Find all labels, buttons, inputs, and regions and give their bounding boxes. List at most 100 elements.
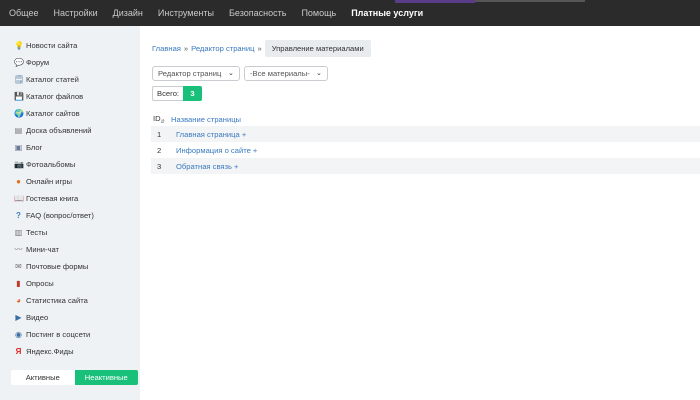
sidebar-item-tests[interactable]: ▥ Тесты	[14, 225, 47, 239]
total-label: Всего:	[152, 86, 184, 101]
sidebar-item-label: Фотоальбомы	[26, 159, 76, 169]
toggle-active-button[interactable]: Активные	[11, 370, 75, 385]
column-id-label: ID	[153, 113, 161, 123]
table-row: 2 Информация о сайте +	[151, 142, 700, 158]
sidebar-item-label: Блог	[26, 142, 43, 152]
material-select-value: -Все материалы-	[250, 69, 310, 78]
nav-paid-services[interactable]: Платные услуги	[351, 8, 423, 18]
sidebar-item-board[interactable]: ▤ Доска объявлений	[14, 123, 92, 137]
breadcrumb: Главная » Редактор страниц » Управление …	[152, 40, 371, 57]
nav-help[interactable]: Помощь	[301, 8, 336, 18]
sidebar-item-social-posting[interactable]: ◉ Постинг в соцсети	[14, 327, 90, 341]
chevron-down-icon: ⌄	[228, 70, 234, 77]
sidebar-item-minichat[interactable]: 〰 Мини-чат	[14, 242, 60, 256]
nav-design[interactable]: Дизайн	[113, 8, 143, 18]
question-icon: ?	[16, 210, 21, 220]
lightbulb-icon: 💡	[14, 40, 24, 50]
sidebar-item-label: Новости сайта	[26, 40, 78, 50]
sidebar-item-guestbook[interactable]: 📖 Гостевая книга	[14, 191, 78, 205]
sidebar-item-files[interactable]: 💾 Каталог файлов	[14, 89, 83, 103]
toggle-inactive-button[interactable]: Неактивные	[74, 370, 138, 385]
sidebar-item-forum[interactable]: 💬 Форум	[14, 55, 49, 69]
sidebar-item-label: FAQ (вопрос/ответ)	[26, 210, 94, 220]
sidebar-item-articles[interactable]: 🗒 Каталог статей	[14, 72, 79, 86]
sidebar-item-faq[interactable]: ? FAQ (вопрос/ответ)	[14, 208, 94, 222]
sidebar-item-news[interactable]: 💡 Новости сайта	[14, 38, 77, 52]
active-inactive-toggle: Активные Неактивные	[11, 370, 138, 385]
sidebar-item-label: Гостевая книга	[26, 193, 79, 203]
row-page-link[interactable]: Главная страница +	[176, 130, 246, 139]
sidebar-item-mailforms[interactable]: ✉ Почтовые формы	[14, 259, 88, 273]
nav-settings[interactable]: Настройки	[53, 8, 97, 18]
table-row: 1 Главная страница +	[151, 126, 700, 142]
row-page-link[interactable]: Информация о сайте +	[176, 146, 257, 155]
nav-general[interactable]: Общее	[9, 8, 38, 18]
nav-tools[interactable]: Инструменты	[158, 8, 214, 18]
material-select[interactable]: -Все материалы- ⌄	[244, 66, 328, 81]
board-icon: ▤	[14, 125, 23, 135]
breadcrumb-section-link[interactable]: Редактор страниц	[191, 44, 254, 53]
sidebar-item-blog[interactable]: ▣ Блог	[14, 140, 43, 154]
sidebar-item-photos[interactable]: 📷 Фотоальбомы	[14, 157, 75, 171]
breadcrumb-current: Управление материалами	[264, 40, 371, 57]
sidebar-item-label: Видео	[26, 312, 49, 322]
camera-icon: 📷	[14, 159, 24, 169]
sort-icon: ⇵	[160, 118, 165, 125]
sidebar-item-yandex-feeds[interactable]: Я Яндекс.Фиды	[14, 344, 74, 358]
column-title-header[interactable]: Название страницы	[171, 115, 241, 124]
sidebar-item-label: Доска объявлений	[26, 125, 92, 135]
test-icon: ▥	[14, 227, 23, 237]
sidebar-item-stats[interactable]: ◕ Статистика сайта	[14, 293, 88, 307]
row-page-link[interactable]: Обратная связь +	[176, 162, 239, 171]
module-select-value: Редактор страниц	[158, 69, 222, 78]
row-id: 3	[157, 161, 162, 171]
book-icon: 📖	[14, 193, 24, 203]
total-count-badge: 3	[183, 86, 203, 101]
sidebar-item-games[interactable]: ● Онлайн игры	[14, 174, 72, 188]
sidebar-item-label: Статистика сайта	[26, 295, 88, 305]
sidebar-item-label: Почтовые формы	[26, 261, 89, 271]
save-disk-icon: 💾	[14, 91, 24, 101]
sidebar-item-label: Тесты	[26, 227, 48, 237]
sidebar-item-label: Постинг в соцсети	[26, 329, 91, 339]
sidebar-item-label: Каталог сайтов	[26, 108, 80, 118]
top-bar: Общее Настройки Дизайн Инструменты Безоп…	[0, 0, 700, 26]
row-id: 2	[157, 145, 162, 155]
chat-icon: 〰	[14, 244, 23, 254]
breadcrumb-home-link[interactable]: Главная	[152, 44, 181, 53]
notepad-icon: 🗒	[14, 74, 25, 84]
sidebar-item-label: Каталог статей	[26, 74, 79, 84]
sidebar-item-label: Каталог файлов	[26, 91, 84, 101]
table-header: ID⇵ Название страницы	[153, 113, 241, 125]
sidebar-item-video[interactable]: ▶ Видео	[14, 310, 48, 324]
row-id: 1	[157, 129, 162, 139]
sidebar-item-label: Форум	[26, 57, 50, 67]
sidebar-item-label: Опросы	[26, 278, 54, 288]
column-id-header[interactable]: ID⇵	[153, 114, 171, 125]
globe-icon: 🌍	[14, 108, 24, 118]
speech-bubble-icon: 💬	[14, 57, 24, 67]
sidebar: 💡 Новости сайта 💬 Форум 🗒 Каталог статей 💾 К…	[0, 26, 140, 400]
poll-icon: ▮	[16, 278, 21, 288]
top-navigation: Общее Настройки Дизайн Инструменты Безоп…	[9, 0, 438, 26]
blog-icon: ▣	[14, 142, 23, 152]
table-row: 3 Обратная связь +	[151, 158, 700, 174]
sidebar-item-label: Онлайн игры	[26, 176, 72, 186]
video-icon: ▶	[15, 312, 22, 322]
top-bar-accent-secondary	[475, 0, 585, 2]
module-select[interactable]: Редактор страниц ⌄	[152, 66, 240, 81]
total-counter: Всего: 3	[152, 86, 203, 101]
sidebar-item-sites[interactable]: 🌍 Каталог сайтов	[14, 106, 80, 120]
nav-security[interactable]: Безопасность	[229, 8, 286, 18]
sidebar-item-polls[interactable]: ▮ Опросы	[14, 276, 54, 290]
share-icon: ◉	[15, 329, 22, 339]
game-icon: ●	[16, 176, 21, 186]
sidebar-item-label: Яндекс.Фиды	[26, 346, 74, 356]
mail-icon: ✉	[15, 261, 22, 271]
breadcrumb-separator: »	[183, 44, 189, 53]
sidebar-item-label: Мини-чат	[26, 244, 60, 254]
breadcrumb-separator: »	[257, 44, 262, 53]
chevron-down-icon: ⌄	[316, 70, 322, 77]
yandex-icon: Я	[15, 346, 22, 356]
stats-icon: ◕	[16, 295, 21, 305]
